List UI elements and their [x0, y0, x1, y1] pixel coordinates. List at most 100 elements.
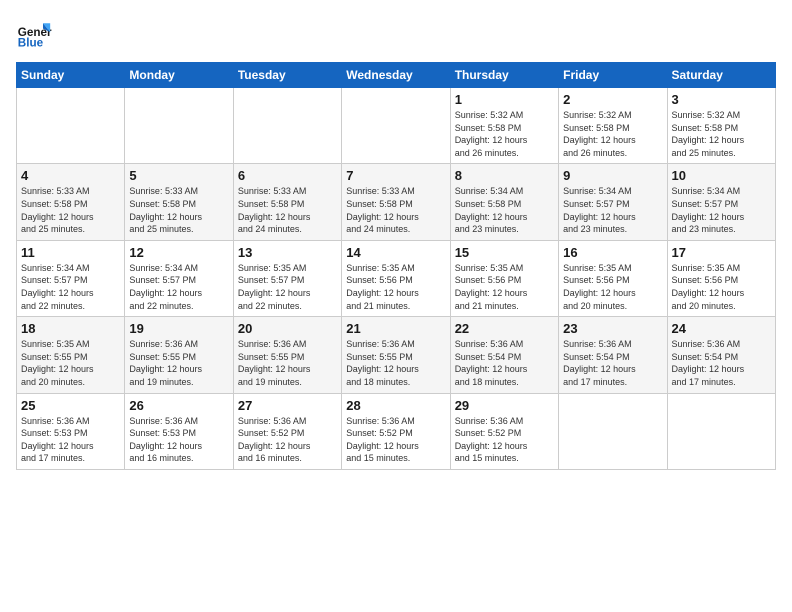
day-number: 5 [129, 168, 228, 183]
day-info: Sunrise: 5:36 AMSunset: 5:53 PMDaylight:… [129, 415, 228, 465]
day-number: 27 [238, 398, 337, 413]
day-info: Sunrise: 5:36 AMSunset: 5:54 PMDaylight:… [563, 338, 662, 388]
day-number: 6 [238, 168, 337, 183]
calendar-cell: 11Sunrise: 5:34 AMSunset: 5:57 PMDayligh… [17, 240, 125, 316]
day-number: 20 [238, 321, 337, 336]
calendar-cell: 14 Sunrise: 5:35 AMSunset: 5:56 PMDayligh… [342, 240, 450, 316]
day-info: Sunrise: 5:32 AMSunset: 5:58 PMDaylight:… [563, 109, 662, 159]
logo-icon: General Blue [16, 16, 52, 52]
day-info: Sunrise: 5:35 AMSunset: 5:55 PMDaylight:… [21, 338, 120, 388]
calendar-cell: 6 Sunrise: 5:33 AMSunset: 5:58 PMDaylight… [233, 164, 341, 240]
day-number: 9 [563, 168, 662, 183]
calendar-week-row: 1 Sunrise: 5:32 AMSunset: 5:58 PMDaylight… [17, 88, 776, 164]
day-info: Sunrise: 5:36 AMSunset: 5:55 PMDaylight:… [238, 338, 337, 388]
day-info: Sunrise: 5:33 AMSunset: 5:58 PMDaylight:… [346, 185, 445, 235]
calendar-cell: 17 Sunrise: 5:35 AMSunset: 5:56 PMDayligh… [667, 240, 775, 316]
day-info: Sunrise: 5:36 AMSunset: 5:52 PMDaylight:… [238, 415, 337, 465]
day-info: Sunrise: 5:36 AMSunset: 5:52 PMDaylight:… [346, 415, 445, 465]
calendar-cell [342, 88, 450, 164]
calendar-header: SundayMondayTuesdayWednesdayThursdayFrid… [17, 63, 776, 88]
day-number: 3 [672, 92, 771, 107]
calendar-cell: 10Sunrise: 5:34 AMSunset: 5:57 PMDayligh… [667, 164, 775, 240]
day-number: 25 [21, 398, 120, 413]
day-info: Sunrise: 5:34 AMSunset: 5:57 PMDaylight:… [129, 262, 228, 312]
day-number: 2 [563, 92, 662, 107]
calendar-cell: 7 Sunrise: 5:33 AMSunset: 5:58 PMDaylight… [342, 164, 450, 240]
calendar-cell: 8 Sunrise: 5:34 AMSunset: 5:58 PMDaylight… [450, 164, 558, 240]
calendar-cell: 21 Sunrise: 5:36 AMSunset: 5:55 PMDayligh… [342, 317, 450, 393]
day-number: 12 [129, 245, 228, 260]
calendar-week-row: 4 Sunrise: 5:33 AMSunset: 5:58 PMDaylight… [17, 164, 776, 240]
calendar-cell: 16 Sunrise: 5:35 AMSunset: 5:56 PMDayligh… [559, 240, 667, 316]
day-info: Sunrise: 5:35 AMSunset: 5:56 PMDaylight:… [672, 262, 771, 312]
day-number: 1 [455, 92, 554, 107]
calendar-cell: 20 Sunrise: 5:36 AMSunset: 5:55 PMDayligh… [233, 317, 341, 393]
calendar-week-row: 25 Sunrise: 5:36 AMSunset: 5:53 PMDayligh… [17, 393, 776, 469]
calendar-cell: 4 Sunrise: 5:33 AMSunset: 5:58 PMDaylight… [17, 164, 125, 240]
calendar-cell: 28 Sunrise: 5:36 AMSunset: 5:52 PMDayligh… [342, 393, 450, 469]
day-info: Sunrise: 5:35 AMSunset: 5:56 PMDaylight:… [346, 262, 445, 312]
day-info: Sunrise: 5:32 AMSunset: 5:58 PMDaylight:… [672, 109, 771, 159]
day-info: Sunrise: 5:35 AMSunset: 5:56 PMDaylight:… [563, 262, 662, 312]
day-number: 16 [563, 245, 662, 260]
calendar-cell: 26Sunrise: 5:36 AMSunset: 5:53 PMDayligh… [125, 393, 233, 469]
calendar-cell: 23 Sunrise: 5:36 AMSunset: 5:54 PMDayligh… [559, 317, 667, 393]
calendar-cell: 3 Sunrise: 5:32 AMSunset: 5:58 PMDaylight… [667, 88, 775, 164]
calendar-cell: 24 Sunrise: 5:36 AMSunset: 5:54 PMDayligh… [667, 317, 775, 393]
day-number: 29 [455, 398, 554, 413]
weekday-header: Thursday [450, 63, 558, 88]
day-number: 24 [672, 321, 771, 336]
calendar-cell [233, 88, 341, 164]
calendar-cell: 25Sunrise: 5:36 AMSunset: 5:53 PMDayligh… [17, 393, 125, 469]
day-info: Sunrise: 5:36 AMSunset: 5:55 PMDaylight:… [346, 338, 445, 388]
weekday-header: Friday [559, 63, 667, 88]
day-number: 18 [21, 321, 120, 336]
day-info: Sunrise: 5:34 AMSunset: 5:57 PMDaylight:… [563, 185, 662, 235]
calendar-cell: 29 Sunrise: 5:36 AMSunset: 5:52 PMDayligh… [450, 393, 558, 469]
calendar-cell: 2 Sunrise: 5:32 AMSunset: 5:58 PMDaylight… [559, 88, 667, 164]
day-number: 17 [672, 245, 771, 260]
day-info: Sunrise: 5:35 AMSunset: 5:57 PMDaylight:… [238, 262, 337, 312]
day-number: 8 [455, 168, 554, 183]
day-number: 23 [563, 321, 662, 336]
day-info: Sunrise: 5:36 AMSunset: 5:54 PMDaylight:… [455, 338, 554, 388]
day-info: Sunrise: 5:36 AMSunset: 5:55 PMDaylight:… [129, 338, 228, 388]
calendar-table: SundayMondayTuesdayWednesdayThursdayFrid… [16, 62, 776, 470]
logo: General Blue [16, 16, 52, 52]
calendar-cell: 12 Sunrise: 5:34 AMSunset: 5:57 PMDayligh… [125, 240, 233, 316]
day-info: Sunrise: 5:36 AMSunset: 5:54 PMDaylight:… [672, 338, 771, 388]
calendar-week-row: 11 Sunrise: 5:34 AMSunset: 5:57 PMDayligh… [17, 240, 776, 316]
day-number: 4 [21, 168, 120, 183]
calendar-cell: 27 Sunrise: 5:36 AMSunset: 5:52 PMDayligh… [233, 393, 341, 469]
calendar-cell: 9 Sunrise: 5:34 AMSunset: 5:57 PMDaylight… [559, 164, 667, 240]
weekday-header: Saturday [667, 63, 775, 88]
day-info: Sunrise: 5:33 AMSunset: 5:58 PMDaylight:… [129, 185, 228, 235]
day-info: Sunrise: 5:34 AMSunset: 5:57 PMDaylight:… [672, 185, 771, 235]
calendar-cell [17, 88, 125, 164]
day-info: Sunrise: 5:33 AMSunset: 5:58 PMDaylight:… [21, 185, 120, 235]
calendar-cell: 15Sunrise: 5:35 AMSunset: 5:56 PMDayligh… [450, 240, 558, 316]
svg-text:Blue: Blue [18, 37, 44, 50]
day-info: Sunrise: 5:35 AMSunset: 5:56 PMDaylight:… [455, 262, 554, 312]
day-info: Sunrise: 5:33 AMSunset: 5:58 PMDaylight:… [238, 185, 337, 235]
calendar-body: 1 Sunrise: 5:32 AMSunset: 5:58 PMDaylight… [17, 88, 776, 470]
page-header: General Blue [16, 16, 776, 52]
calendar-cell [125, 88, 233, 164]
calendar-cell: 13 Sunrise: 5:35 AMSunset: 5:57 PMDayligh… [233, 240, 341, 316]
weekday-header: Monday [125, 63, 233, 88]
day-number: 7 [346, 168, 445, 183]
calendar-week-row: 18 Sunrise: 5:35 AMSunset: 5:55 PMDayligh… [17, 317, 776, 393]
weekday-header: Tuesday [233, 63, 341, 88]
day-info: Sunrise: 5:36 AMSunset: 5:52 PMDaylight:… [455, 415, 554, 465]
calendar-cell: 1Sunrise: 5:32 AMSunset: 5:58 PMDaylight… [450, 88, 558, 164]
day-number: 19 [129, 321, 228, 336]
day-number: 13 [238, 245, 337, 260]
calendar-cell [559, 393, 667, 469]
day-info: Sunrise: 5:34 AMSunset: 5:58 PMDaylight:… [455, 185, 554, 235]
day-number: 11 [21, 245, 120, 260]
calendar-cell: 22Sunrise: 5:36 AMSunset: 5:54 PMDayligh… [450, 317, 558, 393]
calendar-cell: 18 Sunrise: 5:35 AMSunset: 5:55 PMDayligh… [17, 317, 125, 393]
day-number: 28 [346, 398, 445, 413]
day-number: 21 [346, 321, 445, 336]
day-number: 14 [346, 245, 445, 260]
